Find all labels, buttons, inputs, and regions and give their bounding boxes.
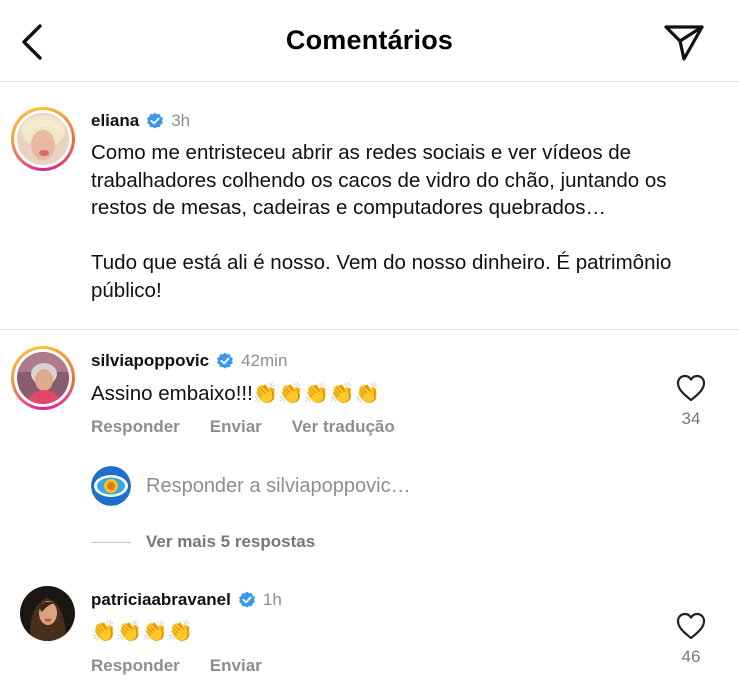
like-count: 46: [681, 647, 701, 666]
reply-composer[interactable]: Responder a silviapoppovic…: [91, 466, 411, 506]
avatar-patriciaabravanel[interactable]: [20, 586, 75, 641]
avatar-image: [17, 113, 69, 165]
clapping-hands-icon: 👏👏👏👏👏: [252, 381, 381, 405]
avatar-silviapoppovic[interactable]: [11, 346, 75, 410]
current-user-avatar: [91, 466, 131, 506]
timestamp: 42min: [241, 351, 288, 370]
avatar-eliana[interactable]: [11, 107, 75, 171]
comment-text: Assino embaixo!!!👏👏👏👏👏: [91, 381, 380, 406]
reply-button[interactable]: Responder: [91, 417, 180, 437]
comment-text: 👏👏👏👏: [91, 619, 193, 644]
timestamp: 1h: [262, 590, 282, 609]
comment-actions: Responder Enviar Ver tradução: [91, 417, 425, 437]
view-more-replies-label[interactable]: Ver mais 5 respostas: [146, 532, 315, 552]
page-title: Comentários: [285, 25, 454, 55]
comment-actions: Responder Enviar: [91, 656, 292, 676]
comment-text-content: Assino embaixo!!!: [91, 382, 253, 405]
like-count: 34: [681, 409, 701, 428]
username[interactable]: patriciaabravanel: [91, 590, 231, 610]
divider: [91, 541, 131, 543]
username[interactable]: silviapoppovic: [91, 351, 209, 371]
translate-button[interactable]: Ver tradução: [292, 417, 395, 437]
header-bar: Comentários: [0, 0, 739, 82]
clapping-hands-icon: 👏👏👏👏: [91, 619, 194, 643]
heart-icon[interactable]: [676, 612, 706, 640]
timestamp: 3h: [171, 111, 191, 130]
paper-plane-icon[interactable]: [662, 22, 706, 62]
caption-paragraph: Como me entristeceu abrir as redes socia…: [91, 141, 667, 219]
username[interactable]: eliana: [91, 111, 139, 131]
comment-header: patriciaabravanel 1h: [91, 590, 282, 610]
reply-input[interactable]: Responder a silviapoppovic…: [146, 475, 411, 498]
send-button[interactable]: Enviar: [210, 417, 262, 437]
verified-badge-icon: [217, 352, 234, 369]
caption-paragraph: Tudo que está ali é nosso. Vem do nosso …: [91, 251, 672, 302]
send-button[interactable]: Enviar: [210, 656, 262, 676]
comment-header: silviapoppovic 42min: [91, 351, 287, 371]
caption-text: Como me entristeceu abrir as redes socia…: [91, 139, 721, 304]
avatar-image: [17, 352, 69, 404]
reply-button[interactable]: Responder: [91, 656, 180, 676]
verified-badge-icon: [238, 591, 255, 608]
caption-header: eliana 3h: [91, 111, 190, 131]
view-more-replies[interactable]: Ver mais 5 respostas: [91, 532, 315, 552]
heart-icon[interactable]: [676, 374, 706, 402]
avatar-image: [20, 586, 75, 641]
verified-badge-icon: [147, 112, 164, 129]
